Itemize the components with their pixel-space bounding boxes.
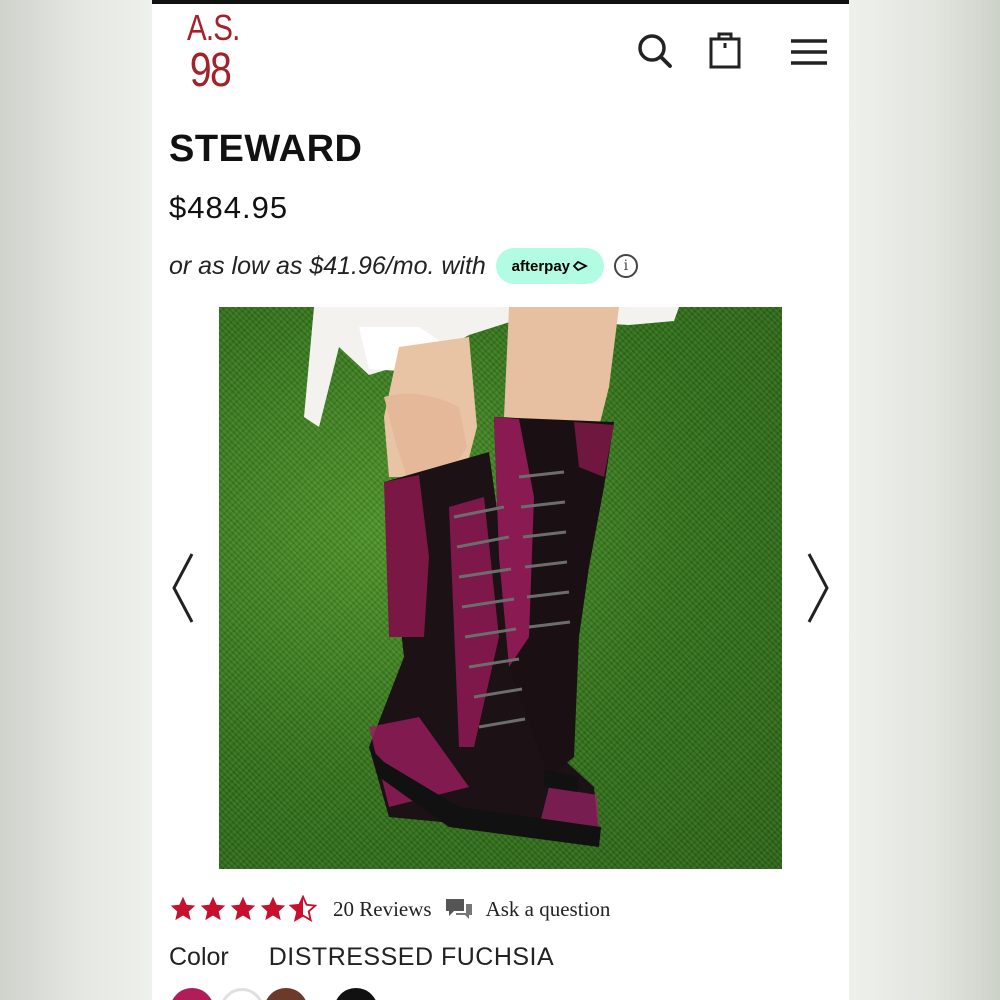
chevron-left-icon [172,553,194,623]
star-full-icon [260,896,286,921]
afterpay-arrows-icon [572,260,588,272]
background-right [850,0,1000,1000]
star-half-icon [289,895,317,922]
gallery-next-button[interactable] [805,552,831,624]
top-border [152,0,849,4]
rating-row: 20 Reviews Ask a question [169,893,610,925]
search-button[interactable] [636,32,674,70]
ask-question-label: Ask a question [485,896,611,921]
logo-line-1: A.S. [187,7,240,48]
afterpay-badge[interactable]: afterpay [495,248,604,284]
star-full-icon [170,896,196,921]
color-selected-value: DISTRESSED FUCHSIA [268,942,555,971]
product-price: $484.95 [169,190,289,225]
color-swatch-white[interactable] [220,988,264,1000]
star-full-icon [200,896,226,921]
color-swatch-brown[interactable] [264,988,308,1000]
reviews-link[interactable]: 20 Reviews [333,897,432,922]
search-icon [638,34,672,68]
product-photo-boots [304,307,679,847]
menu-icon [791,39,827,65]
color-swatch-fuchsia[interactable] [170,988,214,1000]
color-label: Color [169,942,229,971]
product-page: A.S. 98 STEWARD $484.95 or as low as $41… [152,0,849,1000]
ask-question-link[interactable]: Ask a question [444,896,611,922]
product-image[interactable] [219,307,782,869]
color-row: Color DISTRESSED FUCHSIA [169,940,554,974]
cart-button[interactable] [708,30,742,70]
chat-bubbles-icon [445,899,472,919]
afterpay-text: or as low as $41.96/mo. with [169,251,486,280]
star-rating[interactable] [169,895,319,923]
info-icon[interactable]: i [613,254,638,278]
logo-line-2: 98 [189,44,232,97]
chevron-right-icon [807,553,829,623]
afterpay-line: or as low as $41.96/mo. with afterpay i [169,248,638,284]
brand-logo[interactable]: A.S. 98 [182,7,240,104]
menu-button[interactable] [790,38,828,66]
star-full-icon [230,896,256,921]
product-title: STEWARD [169,128,363,170]
color-swatch-black[interactable] [334,988,378,1000]
shopping-bag-icon [709,32,741,69]
afterpay-badge-label: afterpay [511,257,570,275]
gallery-prev-button[interactable] [170,552,196,624]
